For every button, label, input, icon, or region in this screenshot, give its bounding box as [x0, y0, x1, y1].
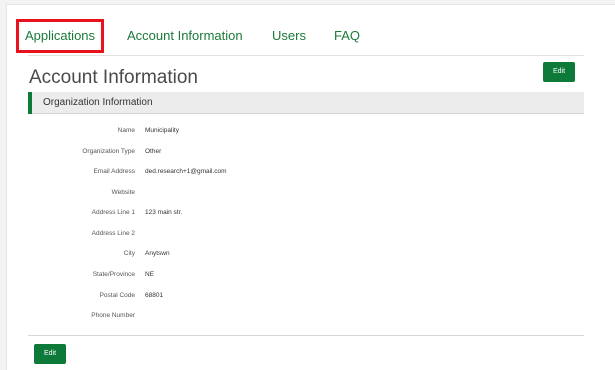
tab-faq[interactable]: FAQ: [334, 19, 360, 53]
field-value: ded.research+1@gmail.com: [145, 168, 227, 175]
section-header: Organization Information: [28, 92, 584, 114]
field-value: NE: [145, 271, 155, 278]
field-label: Phone Number: [91, 312, 135, 319]
field-value: Anytswn: [145, 250, 170, 257]
field-value: 68801: [145, 292, 164, 299]
field-label: Address Line 1: [91, 209, 135, 216]
edit-button-bottom[interactable]: Edit: [34, 344, 66, 364]
field-label: Address Line 2: [91, 230, 135, 237]
field-label: Name: [117, 127, 135, 134]
section-title: Organization Information: [43, 97, 153, 108]
field-value: Other: [145, 148, 162, 155]
field-label: City: [123, 250, 135, 257]
field-label: Organization Type: [82, 148, 135, 155]
field-label: Email Address: [93, 168, 135, 175]
field-value: Municipality: [145, 127, 179, 134]
content-panel: Applications Account Information Users F…: [6, 4, 615, 370]
tab-applications[interactable]: Applications: [16, 19, 104, 53]
page-title: Account Information: [29, 67, 198, 88]
field-label: Postal Code: [99, 292, 135, 299]
field-value: 123 main str.: [145, 209, 183, 216]
tabs-divider: [28, 55, 584, 56]
section-divider: [28, 335, 584, 336]
tab-users[interactable]: Users: [272, 19, 306, 53]
tab-account-information[interactable]: Account Information: [127, 19, 243, 53]
field-label: State/Province: [92, 271, 135, 278]
edit-button-top[interactable]: Edit: [543, 62, 575, 82]
field-label: Website: [111, 189, 135, 196]
section-accent-bar: [28, 92, 32, 114]
